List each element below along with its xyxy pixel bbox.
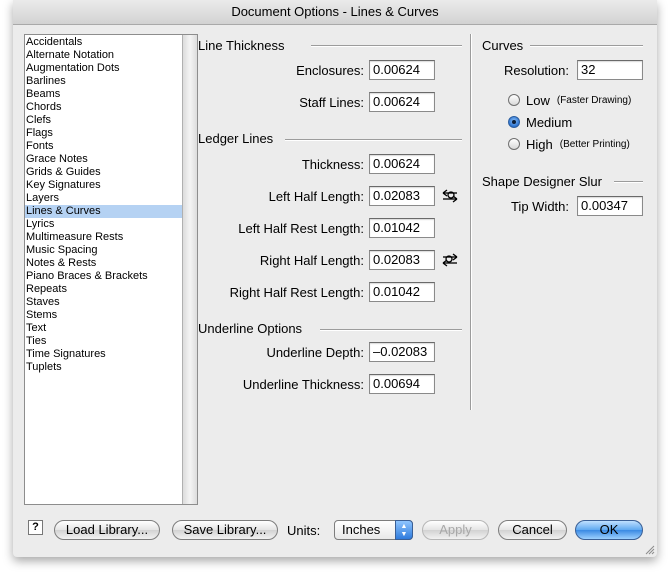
curve-quality-high[interactable]: High (Better Printing) <box>508 135 630 153</box>
right-half-length-label: Right Half Length: <box>259 253 364 268</box>
sidebar-item-augmentation-dots[interactable]: Augmentation Dots <box>25 62 183 75</box>
left-half-length-field[interactable]: 0.02083 <box>369 186 435 206</box>
window-title[interactable]: Document Options - Lines & Curves <box>13 0 657 25</box>
apply-button[interactable]: Apply <box>422 520 489 540</box>
radio-high-hint: (Better Printing) <box>559 138 630 150</box>
curves-divider <box>530 45 643 47</box>
resize-grip-icon[interactable] <box>645 545 655 555</box>
tip-width-label: Tip Width: <box>510 199 569 214</box>
save-library-button[interactable]: Save Library... <box>172 520 278 540</box>
sidebar-item-staves[interactable]: Staves <box>25 296 183 309</box>
radio-high-label: High <box>526 136 553 152</box>
sidebar-item-piano-braces-brackets[interactable]: Piano Braces & Brackets <box>25 270 183 283</box>
underline-options-divider <box>320 329 462 331</box>
link-arrows-icon[interactable] <box>441 189 459 203</box>
underline-options-title: Underline Options <box>198 321 303 336</box>
sidebar-item-multimeasure-rests[interactable]: Multimeasure Rests <box>25 231 183 244</box>
sidebar-item-alternate-notation[interactable]: Alternate Notation <box>25 49 183 62</box>
enclosures-label: Enclosures: <box>296 63 364 78</box>
sidebar-item-lyrics[interactable]: Lyrics <box>25 218 183 231</box>
sidebar-item-barlines[interactable]: Barlines <box>25 75 183 88</box>
left-half-rest-length-label: Left Half Rest Length: <box>238 221 364 236</box>
sidebar-item-flags[interactable]: Flags <box>25 127 183 140</box>
right-half-rest-length-field[interactable]: 0.01042 <box>369 282 435 302</box>
curve-quality-medium[interactable]: Medium <box>508 113 572 131</box>
category-list-items: Accidentals Alternate Notation Augmentatio… <box>25 36 183 374</box>
line-thickness-title: Line Thickness <box>198 38 285 53</box>
staff-lines-label: Staff Lines: <box>299 95 364 110</box>
radio-medium-label: Medium <box>526 114 573 130</box>
sidebar-item-repeats[interactable]: Repeats <box>25 283 183 296</box>
radio-medium[interactable] <box>508 116 520 128</box>
ledger-thickness-field[interactable]: 0.00624 <box>369 154 435 174</box>
underline-depth-label: Underline Depth: <box>266 345 364 360</box>
units-select[interactable]: Inches ▲ ▼ <box>334 520 413 540</box>
sidebar-item-accidentals[interactable]: Accidentals <box>25 36 183 49</box>
units-label: Units: <box>287 523 321 538</box>
sidebar-item-chords[interactable]: Chords <box>25 101 183 114</box>
radio-high[interactable] <box>508 138 520 150</box>
staff-lines-field[interactable]: 0.00624 <box>369 92 435 112</box>
enclosures-field[interactable]: 0.00624 <box>369 60 435 80</box>
radio-low-hint: (Faster Drawing) <box>556 94 632 106</box>
sidebar-item-grace-notes[interactable]: Grace Notes <box>25 153 183 166</box>
sidebar-item-text[interactable]: Text <box>25 322 183 335</box>
sidebar-item-key-signatures[interactable]: Key Signatures <box>25 179 183 192</box>
sidebar-item-tuplets[interactable]: Tuplets <box>25 361 183 374</box>
right-half-rest-length-label: Right Half Rest Length: <box>229 285 364 300</box>
sidebar-item-lines-curves[interactable]: Lines & Curves <box>25 205 183 218</box>
left-half-rest-length-field[interactable]: 0.01042 <box>369 218 435 238</box>
sidebar-item-notes-rests[interactable]: Notes & Rests <box>25 257 183 270</box>
sidebar-item-fonts[interactable]: Fonts <box>25 140 183 153</box>
sidebar-item-layers[interactable]: Layers <box>25 192 183 205</box>
underline-thickness-label: Underline Thickness: <box>242 377 364 392</box>
category-list-scrollbar[interactable] <box>182 35 197 504</box>
tip-width-field[interactable]: 0.00347 <box>577 196 643 216</box>
line-thickness-divider <box>311 45 462 47</box>
up-down-arrows-icon: ▲ ▼ <box>395 520 413 540</box>
column-divider <box>470 34 472 410</box>
sidebar-item-ties[interactable]: Ties <box>25 335 183 348</box>
sidebar-item-clefs[interactable]: Clefs <box>25 114 183 127</box>
shape-designer-slur-title: Shape Designer Slur <box>482 174 602 189</box>
category-list[interactable]: Accidentals Alternate Notation Augmentatio… <box>24 34 198 505</box>
sidebar-item-music-spacing[interactable]: Music Spacing <box>25 244 183 257</box>
curve-quality-low[interactable]: Low (Faster Drawing) <box>508 91 631 109</box>
cancel-button[interactable]: Cancel <box>498 520 567 540</box>
document-options-window: Document Options - Lines & Curves Accide… <box>13 0 657 557</box>
ledger-lines-divider <box>285 139 462 141</box>
underline-depth-field[interactable]: –0.02083 <box>369 342 435 362</box>
link-arrows-icon[interactable] <box>441 253 459 267</box>
radio-low[interactable] <box>508 94 520 106</box>
load-library-button[interactable]: Load Library... <box>54 520 160 540</box>
underline-thickness-field[interactable]: 0.00694 <box>369 374 435 394</box>
resolution-label: Resolution: <box>503 63 569 78</box>
sidebar-item-stems[interactable]: Stems <box>25 309 183 322</box>
units-value: Inches <box>342 522 381 537</box>
resolution-field[interactable]: 32 <box>577 60 643 80</box>
curves-title: Curves <box>482 38 524 53</box>
left-half-length-label: Left Half Length: <box>268 189 364 204</box>
radio-low-label: Low <box>526 92 550 108</box>
sidebar-item-beams[interactable]: Beams <box>25 88 183 101</box>
help-button[interactable]: ? <box>28 520 43 535</box>
ok-button[interactable]: OK <box>575 520 643 540</box>
sidebar-item-grids-guides[interactable]: Grids & Guides <box>25 166 183 179</box>
ledger-lines-title: Ledger Lines <box>198 131 274 146</box>
right-half-length-field[interactable]: 0.02083 <box>369 250 435 270</box>
ledger-thickness-label: Thickness: <box>301 157 364 172</box>
shape-designer-slur-divider <box>614 181 643 183</box>
sidebar-item-time-signatures[interactable]: Time Signatures <box>25 348 183 361</box>
